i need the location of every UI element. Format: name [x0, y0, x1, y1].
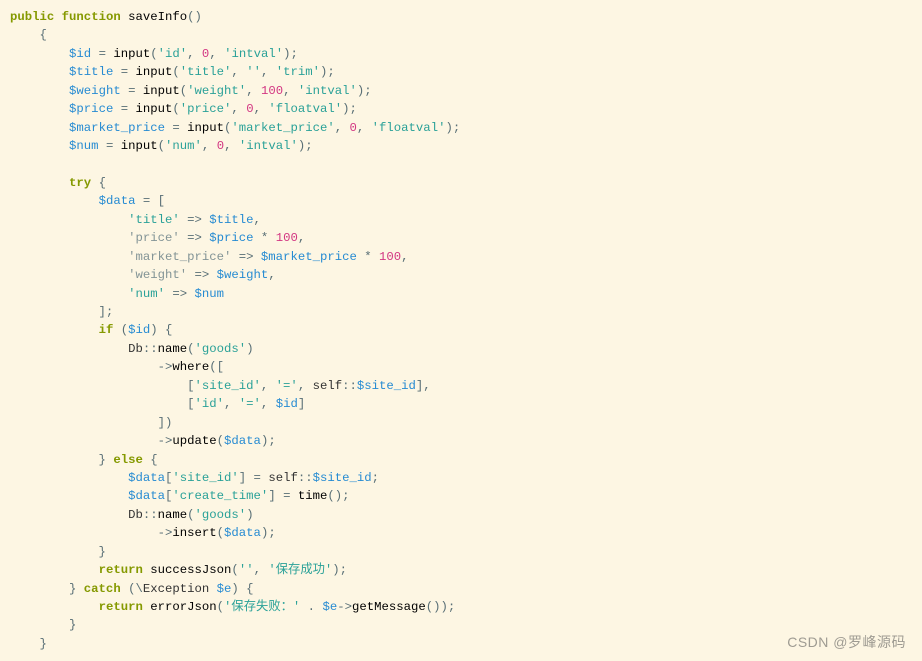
fn-input: input — [143, 84, 180, 98]
fn-input: input — [113, 47, 150, 61]
num-0: 0 — [246, 102, 253, 116]
var-num: $num — [69, 139, 99, 153]
code-block: public function saveInfo() { $id = input… — [10, 8, 912, 653]
num-0: 0 — [202, 47, 209, 61]
keyword-try: try — [69, 176, 91, 190]
str-price: 'price' — [180, 102, 232, 116]
str-intval: 'intval' — [239, 139, 298, 153]
var-title: $title — [69, 65, 113, 79]
num-100: 100 — [261, 84, 283, 98]
str-eq: '=' — [276, 379, 298, 393]
str-num: 'num' — [128, 287, 165, 301]
str-site_id: 'site_id' — [172, 471, 238, 485]
fn-update: update — [172, 434, 216, 448]
var-market_price: $market_price — [69, 121, 165, 135]
keyword-else: else — [113, 453, 143, 467]
fn-input: input — [187, 121, 224, 135]
var-title: $title — [209, 213, 253, 227]
var-e: $e — [322, 600, 337, 614]
fn-getMessage: getMessage — [352, 600, 426, 614]
str-title: 'title' — [128, 213, 180, 227]
var-data: $data — [224, 526, 261, 540]
var-id: $id — [276, 397, 298, 411]
var-price: $price — [209, 231, 253, 245]
fn-name: name — [158, 508, 188, 522]
fn-input: input — [121, 139, 158, 153]
str-goods: 'goods' — [195, 508, 247, 522]
keyword-return: return — [99, 600, 143, 614]
num-100: 100 — [379, 250, 401, 264]
var-num: $num — [195, 287, 225, 301]
var-e: $e — [217, 582, 232, 596]
str-title: 'title' — [180, 65, 232, 79]
var-price: $price — [69, 102, 113, 116]
str-floatval: 'floatval' — [372, 121, 446, 135]
var-site_id: $site_id — [313, 471, 372, 485]
str-num: 'num' — [165, 139, 202, 153]
keyword-if: if — [99, 323, 114, 337]
str-intval: 'intval' — [298, 84, 357, 98]
keyword-function: function — [62, 10, 121, 24]
num-0: 0 — [350, 121, 357, 135]
cls-self: self — [268, 471, 298, 485]
str-eq: '=' — [239, 397, 261, 411]
cls-Db: Db — [128, 508, 143, 522]
str-trim: 'trim' — [276, 65, 320, 79]
str-save_ok: '保存成功' — [268, 563, 332, 577]
fn-insert: insert — [172, 526, 216, 540]
var-data: $data — [128, 471, 165, 485]
str-id: 'id' — [158, 47, 188, 61]
fn-input: input — [135, 102, 172, 116]
fn-saveInfo: saveInfo — [128, 10, 187, 24]
str-save_fail: '保存失败：' — [224, 600, 300, 614]
str-empty: '' — [246, 65, 261, 79]
str-empty: '' — [239, 563, 254, 577]
str-floatval: 'floatval' — [268, 102, 342, 116]
fn-where: where — [172, 360, 209, 374]
var-id: $id — [128, 323, 150, 337]
var-id: $id — [69, 47, 91, 61]
var-data: $data — [99, 194, 136, 208]
str-market_price: 'market_price' — [231, 121, 334, 135]
fn-errorJson: errorJson — [150, 600, 216, 614]
str-site_id: 'site_id' — [194, 379, 260, 393]
str-market_price: 'market_price' — [128, 250, 231, 264]
var-market_price: $market_price — [261, 250, 357, 264]
str-weight: 'weight' — [128, 268, 187, 282]
var-weight: $weight — [217, 268, 269, 282]
fn-time: time — [298, 489, 328, 503]
str-intval: 'intval' — [224, 47, 283, 61]
keyword-public: public — [10, 10, 54, 24]
cls-Exception: Exception — [143, 582, 209, 596]
str-weight: 'weight' — [187, 84, 246, 98]
num-100: 100 — [276, 231, 298, 245]
str-price: 'price' — [128, 231, 180, 245]
var-data: $data — [224, 434, 261, 448]
var-site_id: $site_id — [357, 379, 416, 393]
fn-successJson: successJson — [150, 563, 231, 577]
var-data: $data — [128, 489, 165, 503]
var-weight: $weight — [69, 84, 121, 98]
str-id: 'id' — [194, 397, 224, 411]
str-create_time: 'create_time' — [172, 489, 268, 503]
fn-name: name — [158, 342, 188, 356]
num-0: 0 — [217, 139, 224, 153]
fn-input: input — [135, 65, 172, 79]
keyword-return: return — [99, 563, 143, 577]
cls-Db: Db — [128, 342, 143, 356]
keyword-catch: catch — [84, 582, 121, 596]
str-goods: 'goods' — [195, 342, 247, 356]
cls-self: self — [313, 379, 343, 393]
